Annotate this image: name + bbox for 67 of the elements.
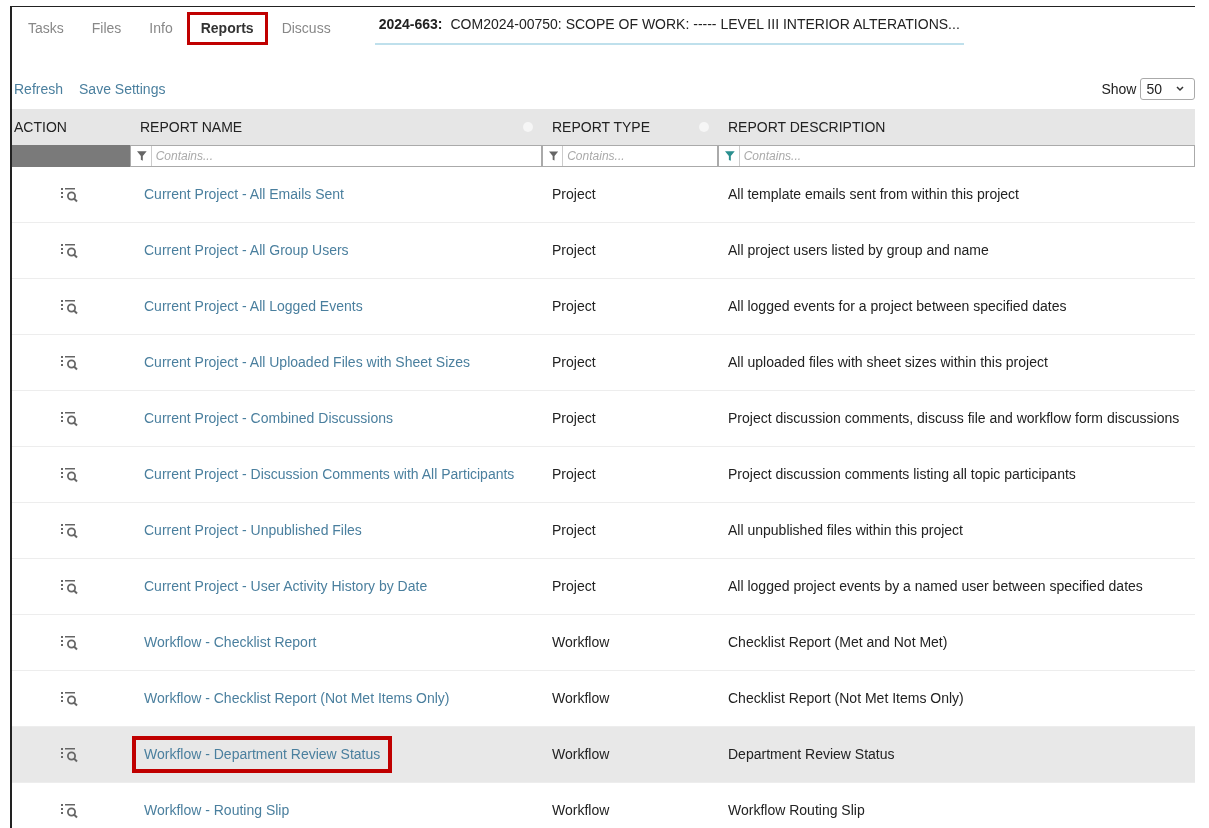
report-description: All uploaded files with sheet sizes within this project	[728, 353, 1048, 372]
filter-icon[interactable]	[137, 151, 147, 161]
report-link[interactable]: Workflow - Department Review Status	[132, 736, 393, 773]
report-description: Checklist Report (Met and Not Met)	[728, 633, 948, 652]
toolbar-link[interactable]: Refresh	[14, 78, 64, 100]
caret-icon	[1176, 86, 1184, 92]
report-description: Project discussion comments, discuss file and workflow form discussions	[728, 409, 1180, 428]
report-link[interactable]: Current Project - Discussion Comments with All Participants	[132, 456, 527, 493]
filter-field[interactable]: Contains...	[542, 145, 718, 167]
column-header: REPORT TYPE	[552, 117, 651, 137]
report-type: Project	[552, 353, 596, 372]
report-link[interactable]: Current Project - User Activity History by Date	[132, 568, 440, 605]
project-title: COM2024-00750: SCOPE OF WORK: ----- LEVEL III INTERIOR ALTERATIONS...	[450, 15, 960, 34]
tab[interactable]: Discuss	[267, 11, 345, 45]
report-type: Project	[552, 297, 596, 316]
report-type: Workflow	[552, 633, 610, 652]
report-description: All unpublished files within this project	[728, 521, 963, 540]
filter-icon[interactable]	[549, 151, 559, 161]
filter-icon[interactable]	[725, 151, 735, 161]
table-row[interactable]: Workflow - Department Review Status Workflow Department Review Status	[12, 727, 1195, 783]
table-row[interactable]: Current Project - Discussion Comments with All Participants Project Project discussion comments listing all topic participants	[12, 447, 1195, 503]
table-row[interactable]: Workflow - Checklist Report Workflow Checklist Report (Met and Not Met)	[12, 615, 1195, 671]
report-description: Project discussion comments listing all topic participants	[728, 465, 1076, 484]
tab[interactable]: Files	[77, 11, 136, 45]
report-description: All project users listed by group and name	[728, 241, 989, 260]
show-label: Show	[1101, 79, 1137, 99]
report-type: Workflow	[552, 745, 610, 764]
report-link[interactable]: Current Project - All Uploaded Files with Sheet Sizes	[132, 344, 483, 381]
table-row[interactable]: Current Project - All Logged Events Project All logged events for a project between specified dates	[12, 279, 1195, 335]
report-type: Project	[552, 185, 596, 204]
tab[interactable]: Info	[135, 11, 187, 45]
report-link[interactable]: Current Project - Unpublished Files	[132, 512, 374, 549]
project-code: 2024-663:	[378, 15, 443, 34]
report-link[interactable]: Current Project - All Group Users	[132, 232, 361, 269]
report-type: Workflow	[552, 689, 610, 708]
report-type: Project	[552, 577, 596, 596]
table-row[interactable]: Current Project - All Group Users Project All project users listed by group and name	[12, 223, 1195, 279]
column-header: REPORT DESCRIPTION	[728, 117, 886, 137]
table-row[interactable]: Current Project - All Uploaded Files with Sheet Sizes Project All uploaded files with sheet sizes within this project	[12, 335, 1195, 391]
report-type: Project	[552, 465, 596, 484]
report-link[interactable]: Current Project - All Emails Sent	[132, 176, 356, 213]
report-description: All template emails sent from within this project	[728, 185, 1019, 204]
column-header: REPORT NAME	[140, 117, 243, 137]
report-link[interactable]: Workflow - Routing Slip	[132, 792, 302, 828]
table-row[interactable]: Current Project - All Emails Sent Project All template emails sent from within this project	[12, 167, 1195, 223]
tab[interactable]: Reports	[186, 11, 268, 45]
report-link[interactable]: Workflow - Checklist Report	[132, 624, 329, 661]
report-link[interactable]: Current Project - All Logged Events	[132, 288, 375, 325]
table-row[interactable]: Workflow - Routing Slip Workflow Workflow Routing Slip	[12, 783, 1195, 828]
report-description: All logged events for a project between specified dates	[728, 297, 1067, 316]
report-description: Workflow Routing Slip	[728, 801, 865, 820]
table-row[interactable]: Current Project - User Activity History by Date Project All logged project events by a named user between specified dates	[12, 559, 1195, 615]
report-link[interactable]: Current Project - Combined Discussions	[132, 400, 405, 437]
report-type: Project	[552, 241, 596, 260]
column-header: ACTION	[14, 117, 67, 137]
report-type: Project	[552, 521, 596, 540]
table-row[interactable]: Current Project - Combined Discussions Project Project discussion comments, discuss file and workflow form discussions	[12, 391, 1195, 447]
page-size-select[interactable]: 50	[1140, 78, 1195, 100]
report-type: Workflow	[552, 801, 610, 820]
tab[interactable]: Tasks	[14, 11, 78, 45]
report-description: Checklist Report (Not Met Items Only)	[728, 689, 964, 708]
report-description: Department Review Status	[728, 745, 895, 764]
report-description: All logged project events by a named user between specified dates	[728, 577, 1143, 596]
toolbar-link[interactable]: Save Settings	[79, 78, 166, 100]
report-link[interactable]: Workflow - Checklist Report (Not Met Items Only)	[132, 680, 462, 717]
table-row[interactable]: Current Project - Unpublished Files Project All unpublished files within this project	[12, 503, 1195, 559]
report-type: Project	[552, 409, 596, 428]
